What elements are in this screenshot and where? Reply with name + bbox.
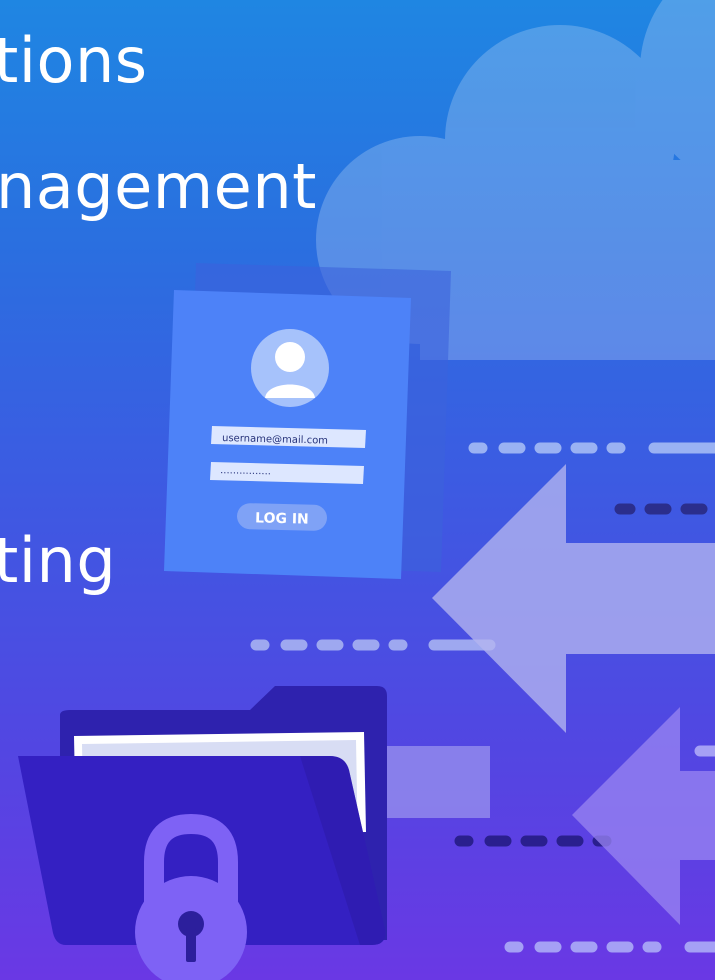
left-arrow-small-icon (572, 707, 715, 925)
headline-line-1: tions (0, 24, 148, 97)
headline-line-2: nagement (0, 150, 317, 223)
user-avatar-icon (251, 329, 329, 407)
folder-icon (18, 686, 490, 945)
login-card: username@mail.com ················ LOG I… (164, 263, 451, 579)
headline-line-3: ting (0, 524, 117, 597)
login-button-label: LOG IN (255, 510, 309, 527)
password-field-value: ················ (220, 468, 271, 480)
illustration-canvas: username@mail.com ················ LOG I… (0, 0, 715, 980)
illustration-svg: username@mail.com ················ LOG I… (18, 0, 715, 980)
left-arrow-icon (432, 464, 715, 733)
